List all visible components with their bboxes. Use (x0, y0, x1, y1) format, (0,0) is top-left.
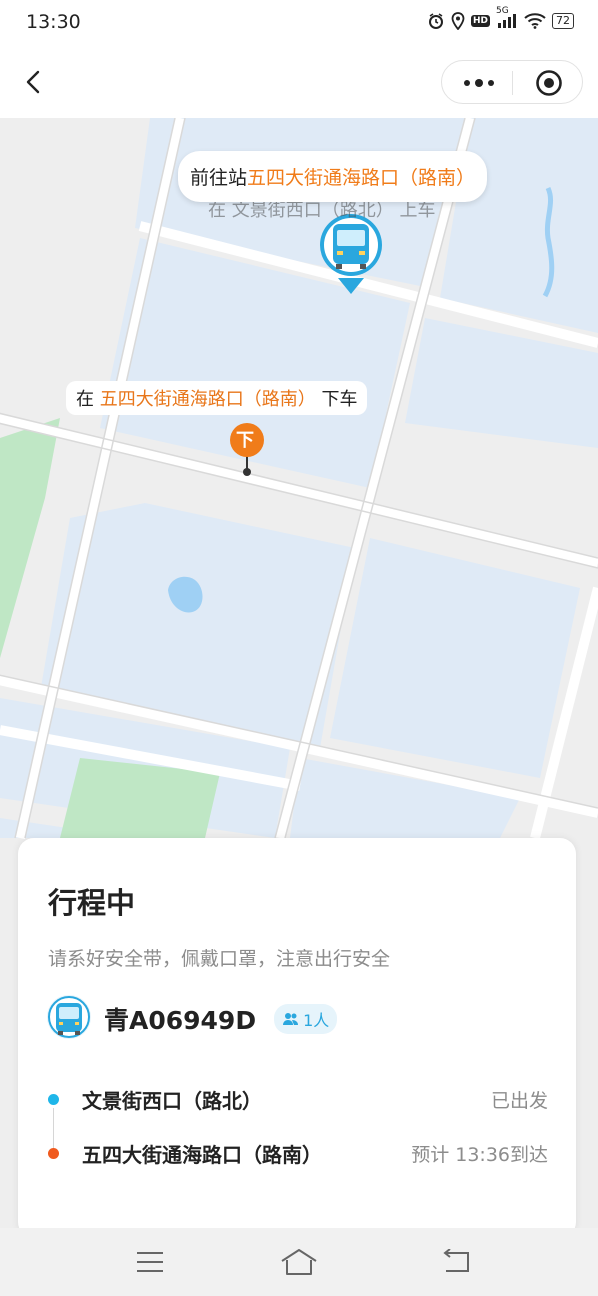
system-navigation-bar (0, 1228, 598, 1296)
capsule-divider (512, 71, 513, 95)
more-button[interactable] (450, 61, 508, 105)
license-plate: 青A06949D (104, 1006, 257, 1035)
passenger-badge: 1人 (274, 1004, 338, 1034)
more-dots-icon (464, 79, 494, 87)
alight-station-name: 五四大街通海路口（路南） (99, 389, 316, 410)
location-icon (451, 12, 465, 30)
close-mini-program-button[interactable] (522, 61, 576, 105)
trip-info-panel: 行程中 请系好安全带，佩戴口罩，注意出行安全 青A06949D 1人 文景街西口… (18, 838, 576, 1238)
home-button[interactable] (279, 1246, 319, 1278)
return-icon (443, 1249, 469, 1272)
status-icons: HD 5G 72 (427, 6, 574, 30)
passenger-count: 1人 (303, 1011, 330, 1030)
destination-dot (48, 1148, 59, 1159)
origin-dot (48, 1094, 59, 1105)
people-icon (283, 1013, 299, 1025)
origin-name: 文景街西口（路北） (82, 1089, 262, 1113)
bus-icon (46, 994, 92, 1044)
route-connector (53, 1108, 54, 1150)
heading-to-station-bubble: 前往站五四大街通海路口（路南） (178, 151, 488, 202)
return-button[interactable] (436, 1246, 476, 1278)
hd-icon: HD (470, 15, 490, 27)
menu-icon (137, 1252, 163, 1272)
safety-tip: 请系好安全带，佩戴口罩，注意出行安全 (48, 948, 391, 970)
alight-label: 在 五四大街通海路口（路南） 下车 (66, 381, 368, 415)
alight-prefix: 在 (76, 389, 100, 410)
vehicle-row: 青A06949D 1人 (46, 994, 338, 1044)
chevron-left-icon (26, 70, 40, 94)
back-button[interactable] (18, 66, 50, 98)
mini-program-capsule (441, 60, 583, 104)
network-label: 5G (496, 6, 509, 16)
navigation-bar (0, 44, 598, 118)
destination-name: 五四大街通海路口（路南） (82, 1143, 322, 1167)
signal-icon: 5G (496, 6, 518, 28)
alight-suffix: 下车 (315, 389, 358, 410)
destination-eta: 预计 13:36到达 (411, 1144, 548, 1166)
menu-button[interactable] (130, 1246, 170, 1278)
battery-icon: 72 (552, 13, 574, 29)
status-bar: 13:30 HD 5G 72 (0, 0, 598, 44)
heading-prefix: 前往站 (190, 167, 248, 189)
record-target-icon (536, 70, 562, 96)
alarm-icon (427, 12, 445, 30)
wifi-icon (524, 13, 546, 29)
home-icon (281, 1249, 317, 1275)
dropoff-marker-label: 下 (236, 430, 254, 451)
heading-station-name: 五四大街通海路口（路南） (247, 167, 476, 189)
status-time: 13:30 (26, 11, 81, 33)
origin-status: 已出发 (490, 1090, 548, 1112)
trip-status-title: 行程中 (48, 886, 136, 920)
